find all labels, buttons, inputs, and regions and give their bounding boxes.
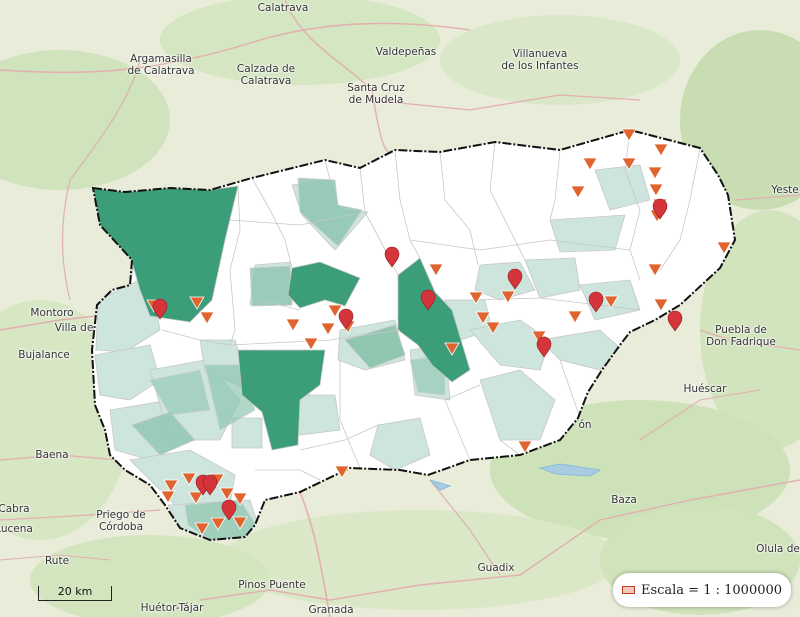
scale-bar-label: 20 km: [57, 585, 93, 598]
scale-text: Escala = 1 : 1000000: [640, 582, 783, 598]
place-label-calatrava: Calatrava: [257, 2, 309, 14]
place-label-santa-cruz: Santa Cruz de Mudela: [347, 82, 405, 106]
place-label-yeste: Yeste: [771, 184, 799, 196]
place-label-cabra: Cabra: [0, 503, 30, 515]
place-label-puebla: Puebla de Don Fadrique: [706, 324, 776, 348]
place-label-rute: Rute: [44, 555, 70, 567]
place-label-calzada: Calzada de Calatrava: [236, 63, 296, 87]
legend-swatch-icon: [621, 586, 635, 594]
place-label-huetor: Huétor-Tájar: [140, 602, 204, 614]
place-label-pinos: Pinos Puente: [238, 579, 306, 591]
place-label-huescar: Huéscar: [683, 383, 727, 395]
place-label-villanueva: Villanueva de los Infantes: [501, 48, 579, 72]
place-label-argamasilla: Argamasilla de Calatrava: [127, 53, 195, 77]
place-label-priego: Priego de Córdoba: [96, 509, 146, 533]
place-label-olula: Olula de: [756, 543, 800, 555]
place-label-villa-de: Villa de: [54, 322, 94, 334]
place-label-bujalance: Bujalance: [18, 349, 70, 361]
place-label-montoro: Montoro: [30, 307, 74, 319]
place-label-valdepenas: Valdepeñas: [375, 46, 437, 58]
place-label-granada: Granada: [308, 604, 354, 616]
place-label-baena: Baena: [35, 449, 69, 461]
place-label-baza: Baza: [611, 494, 637, 506]
place-label-lucena: Lucena: [0, 523, 33, 535]
map-pin-icon[interactable]: [667, 310, 683, 332]
scale-bar: 20 km: [38, 586, 112, 601]
place-label-on: ón: [578, 419, 592, 431]
scale-indicator[interactable]: Escala = 1 : 1000000: [613, 573, 791, 607]
map-view[interactable]: Calatrava Argamasilla de Calatrava Calzada …: [0, 0, 800, 617]
place-label-guadix: Guadix: [477, 562, 515, 574]
